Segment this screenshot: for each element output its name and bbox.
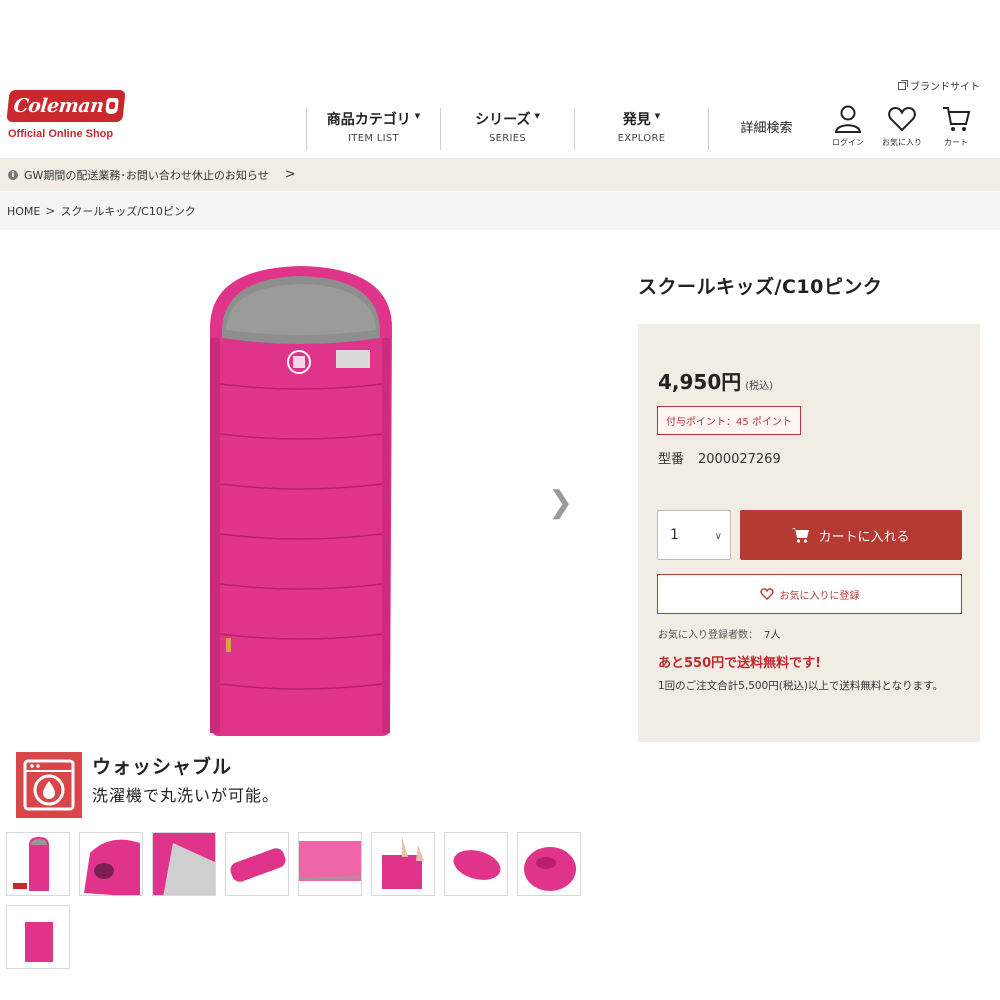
cart-button[interactable]: カート (934, 104, 978, 148)
favorites-button[interactable]: お気に入り (880, 104, 924, 148)
nav-item-category[interactable]: 商品カテゴリ ▼ ITEM LIST (306, 108, 440, 150)
points-badge: 付与ポイント：45 ポイント (657, 406, 801, 435)
favorite-count-label: お気に入り登録者数： (658, 630, 758, 641)
product-title: スクールキッズ/C10ピンク (638, 276, 883, 298)
chevron-down-icon: ∨ (714, 531, 722, 542)
product-main-image (196, 258, 406, 742)
nav-sublabel: EXPLORE (617, 133, 666, 144)
thumbnail[interactable] (79, 832, 143, 896)
favorite-count: 7人 (764, 630, 781, 641)
nav-item-series[interactable]: シリーズ ▼ SERIES (440, 108, 574, 150)
brand-site-label: ブランドサイト (910, 82, 980, 93)
thumbnail[interactable] (444, 832, 508, 896)
free-shipping-message: あと550円で送料無料です! (658, 656, 822, 671)
notice-bar[interactable]: i GW期間の配送業務･お問い合わせ休止のお知らせ > (0, 158, 1000, 191)
price-value: 4,950円 (658, 370, 742, 394)
thumbnail[interactable] (298, 832, 362, 896)
nav-label: 発見 (622, 112, 651, 128)
lantern-icon (105, 98, 120, 114)
gallery-next-arrow[interactable]: ❯ (548, 485, 573, 520)
nav-item-explore[interactable]: 発見 ▼ EXPLORE (574, 108, 708, 150)
external-link-icon (898, 79, 908, 90)
washable-feature: ウォッシャブル 洗濯機で丸洗いが可能。 (16, 752, 279, 818)
favorite-count-row: お気に入り登録者数： 7人 (658, 626, 780, 641)
notice-text: GW期間の配送業務･お問い合わせ休止のお知らせ (24, 168, 269, 182)
heart-icon (759, 588, 774, 600)
cart-icon (792, 528, 810, 543)
cart-icon (943, 107, 971, 131)
cart-label: カート (944, 138, 968, 147)
chevron-down-icon: ▼ (534, 112, 540, 120)
model-number-row: 型番 2000027269 (658, 448, 781, 467)
chevron-right-icon: > (284, 167, 296, 182)
thumbnail[interactable] (6, 905, 70, 969)
thumbnail[interactable] (371, 832, 435, 896)
quantity-value: 1 (670, 527, 679, 543)
heart-icon (888, 106, 916, 132)
breadcrumb: HOME > スクールキッズ/C10ピンク (0, 192, 1000, 230)
logo-subtitle: Official Online Shop (8, 128, 114, 140)
quantity-select[interactable]: 1 ∨ (657, 510, 731, 560)
login-button[interactable]: ログイン (826, 104, 870, 148)
thumbnail[interactable] (152, 832, 216, 896)
login-label: ログイン (832, 138, 864, 147)
info-icon: i (8, 169, 18, 180)
sleeping-bag-image (210, 266, 392, 736)
chevron-down-icon: ▼ (654, 112, 661, 120)
shipping-note: 1回のご注文合計5,500円(税込)以上で送料無料となります。 (658, 680, 944, 692)
feature-title: ウォッシャブル (92, 756, 233, 778)
thumbnail[interactable] (6, 832, 70, 896)
chevron-right-icon: > (45, 204, 56, 218)
thumbnail[interactable] (225, 832, 289, 896)
feature-description: 洗濯機で丸洗いが可能。 (92, 786, 280, 805)
breadcrumb-current: スクールキッズ/C10ピンク (60, 205, 196, 218)
add-to-cart-label: カートに入れる (818, 529, 910, 545)
model-label: 型番 (658, 452, 685, 467)
logo[interactable]: Coleman Official Online Shop (6, 90, 128, 140)
breadcrumb-home[interactable]: HOME (7, 205, 40, 218)
price: 4,950円 (税込) (658, 366, 773, 395)
model-number: 2000027269 (698, 452, 781, 467)
detail-search-link[interactable]: 詳細検索 (708, 108, 824, 150)
nav-sublabel: ITEM LIST (348, 133, 399, 144)
user-icon (834, 105, 862, 133)
brand-site-link[interactable]: ブランドサイト (898, 78, 980, 93)
main-nav: 商品カテゴリ ▼ ITEM LIST シリーズ ▼ SERIES 発見 ▼ EXPLO… (306, 108, 824, 150)
nav-sublabel: SERIES (488, 133, 527, 144)
add-to-cart-button[interactable]: カートに入れる (740, 510, 962, 560)
washing-machine-icon (16, 752, 82, 818)
add-favorite-button[interactable]: お気に入りに登録 (657, 574, 962, 614)
favorites-label: お気に入り (882, 138, 922, 147)
thumbnail[interactable] (517, 832, 581, 896)
nav-label: シリーズ (475, 112, 531, 128)
logo-badge: Coleman (6, 90, 126, 122)
header-icons: ログイン お気に入り カート (826, 104, 978, 148)
add-favorite-label: お気に入りに登録 (779, 590, 860, 602)
thumbnail-strip (6, 832, 596, 969)
chevron-down-icon: ▼ (414, 112, 421, 120)
tax-note: (税込) (745, 381, 774, 392)
purchase-panel: 4,950円 (税込) 付与ポイント：45 ポイント 型番 2000027269 1… (638, 324, 980, 742)
nav-label: 商品カテゴリ (326, 112, 411, 128)
logo-text: Coleman (12, 95, 105, 117)
